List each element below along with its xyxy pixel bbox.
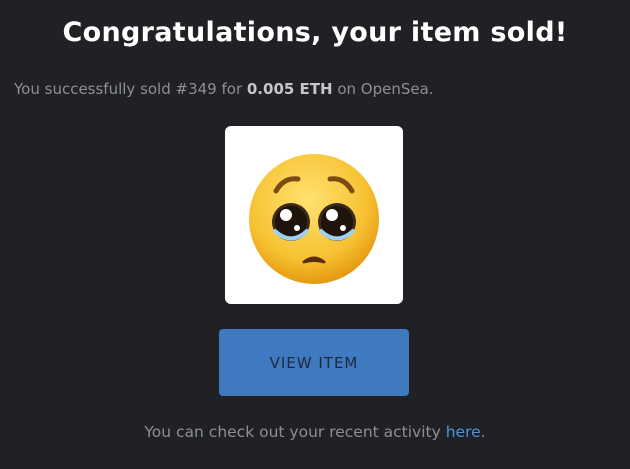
footer-prefix: You can check out your recent activity (144, 423, 446, 441)
recent-activity-message: You can check out your recent activity h… (0, 423, 630, 441)
recent-activity-link[interactable]: here (446, 423, 481, 441)
sale-price: 0.005 ETH (246, 80, 333, 98)
sale-message-suffix: on OpenSea. (332, 80, 434, 98)
item-image-card (225, 126, 403, 304)
page-title: Congratulations, your item sold! (62, 17, 568, 48)
pleading-face-emoji-icon (249, 154, 379, 284)
footer-suffix: . (480, 423, 486, 441)
sale-message: You successfully sold #349 for 0.005 ETH… (14, 80, 434, 98)
sale-message-prefix: You successfully sold #349 for (14, 80, 247, 98)
view-item-button[interactable]: VIEW ITEM (219, 329, 409, 396)
